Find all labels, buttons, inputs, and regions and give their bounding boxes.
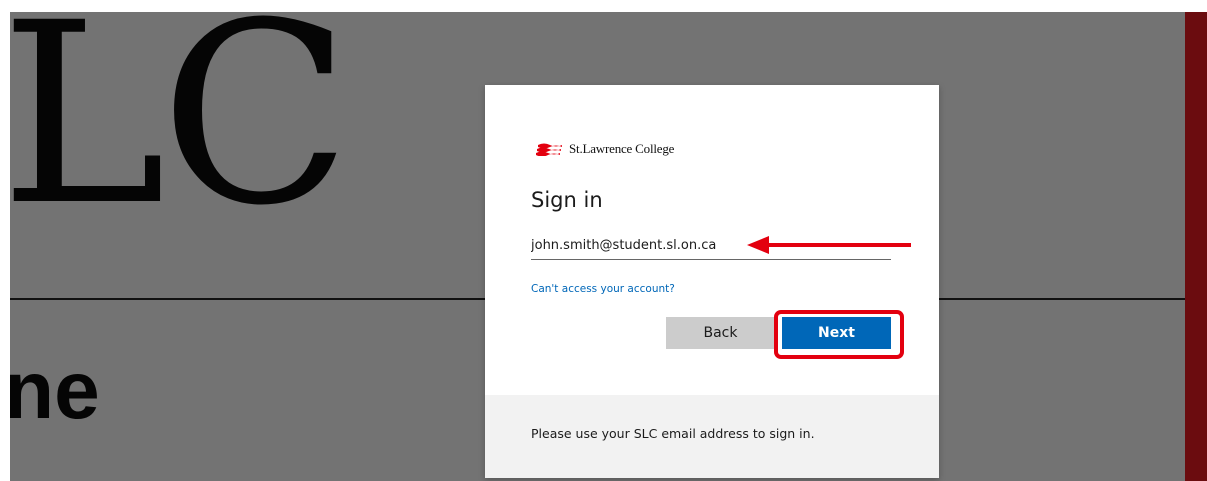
next-button[interactable]: Next [782, 317, 891, 349]
background-logo-text: LC [10, 12, 351, 260]
logo-text: St.Lawrence College [569, 141, 675, 156]
college-logo: St.Lawrence College [536, 141, 674, 157]
cant-access-account-link[interactable]: Can't access your account? [531, 283, 675, 295]
accent-strip [1185, 12, 1207, 481]
back-button[interactable]: Back [666, 317, 775, 349]
footer-hint-text: Please use your SLC email address to sig… [531, 426, 815, 441]
page-title: Sign in [531, 188, 603, 212]
sign-in-dialog: St.Lawrence College Sign in Can't access… [485, 85, 939, 478]
dialog-footer: Please use your SLC email address to sig… [485, 395, 939, 478]
background-heading-text: ne [10, 345, 100, 436]
annotation-arrow-icon [747, 236, 911, 254]
waves-logo-icon [536, 143, 562, 156]
